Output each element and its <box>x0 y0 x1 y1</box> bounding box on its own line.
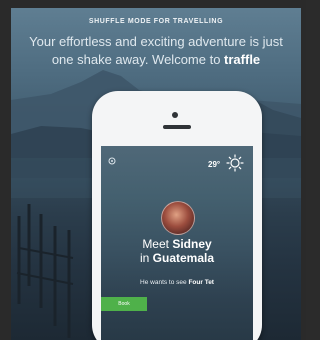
meet-prefix: Meet <box>142 237 173 251</box>
wants-text: He wants to see Four Tet <box>101 279 253 286</box>
hero-kicker: SHUFFLE MODE FOR TRAVELLING <box>88 18 224 25</box>
sun-icon <box>226 154 244 172</box>
phone-speaker <box>163 125 191 129</box>
book-button[interactable]: Book <box>101 297 147 311</box>
phone-camera <box>172 112 178 118</box>
hero-background: SHUFFLE MODE FOR TRAVELLING Your effortl… <box>11 8 301 340</box>
temperature-readout: 29° <box>208 160 221 169</box>
meet-line-1: Meet Sidney <box>101 237 253 251</box>
meet-line-2: in Guatemala <box>101 251 253 265</box>
phone-mockup: 29° Meet Sidney in Guatemala He wants to… <box>92 91 262 340</box>
user-avatar[interactable] <box>161 201 195 235</box>
hero-line-2: one shake away. Welcome to traffle <box>11 51 301 69</box>
brand-name: traffle <box>224 52 261 67</box>
place-name: Guatemala <box>152 251 215 265</box>
wants-prefix: He wants to see <box>140 279 189 286</box>
hero-headline: SHUFFLE MODE FOR TRAVELLING Your effortl… <box>11 18 301 69</box>
in-prefix: in <box>139 251 153 265</box>
meet-text: Meet Sidney in Guatemala <box>101 237 253 265</box>
page-frame: SHUFFLE MODE FOR TRAVELLING Your effortl… <box>0 0 306 340</box>
hero-line-2-text: one shake away. Welcome to <box>51 52 225 67</box>
gear-icon[interactable] <box>107 156 117 166</box>
person-name: Sidney <box>172 237 212 251</box>
hero-line-1: Your effortless and exciting adventure i… <box>29 34 283 49</box>
phone-screen: 29° Meet Sidney in Guatemala He wants to… <box>101 146 253 340</box>
wants-target: Four Tet <box>188 279 214 286</box>
